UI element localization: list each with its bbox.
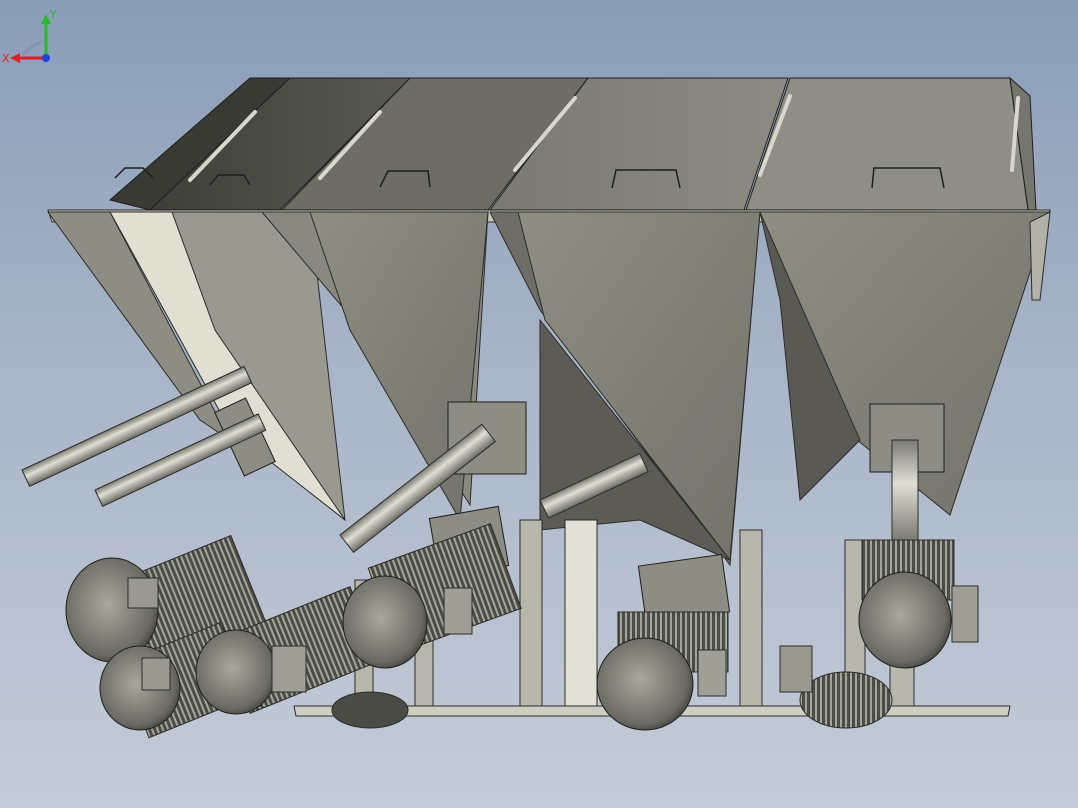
- triad-arc: [20, 40, 46, 58]
- x-axis-label: X: [2, 52, 10, 64]
- y-axis-label: Y: [49, 8, 57, 21]
- motor-6[interactable]: [779, 539, 979, 693]
- model-canvas[interactable]: [0, 0, 1078, 808]
- cad-viewport[interactable]: Y X: [0, 0, 1078, 808]
- hopper-lids[interactable]: [108, 76, 1037, 211]
- x-axis-arrow: [10, 53, 20, 63]
- axis-triad[interactable]: Y X: [0, 0, 64, 64]
- z-axis-dot: [42, 54, 50, 62]
